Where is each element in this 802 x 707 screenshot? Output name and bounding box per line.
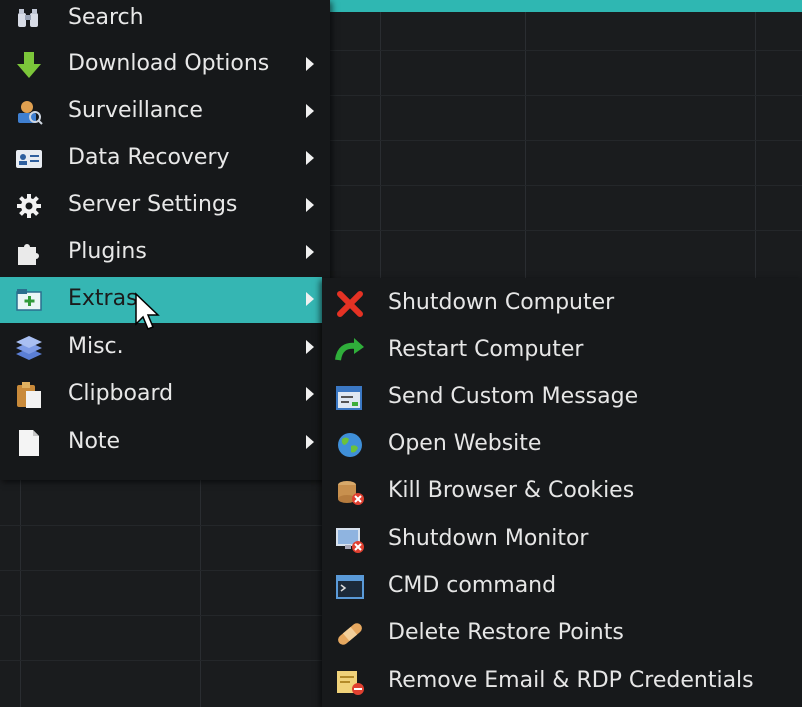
submenu-item-send-custom-message[interactable]: Send Custom Message	[322, 374, 802, 421]
submenu-item-label: Shutdown Computer	[388, 290, 615, 315]
submenu-item-shutdown-monitor[interactable]: Shutdown Monitor	[322, 516, 802, 563]
menu-item-plugins[interactable]: Plugins	[0, 230, 322, 276]
puzzle-icon	[14, 239, 44, 267]
submenu-arrow-icon	[306, 340, 314, 354]
menu-item-server-settings[interactable]: Server Settings	[0, 183, 322, 229]
mouse-cursor-icon	[135, 292, 160, 330]
menu-item-surveillance[interactable]: Surveillance	[0, 89, 322, 135]
grid-header-strip	[330, 0, 802, 12]
menu-item-label: Misc.	[68, 334, 124, 359]
menu-item-label: Search	[68, 5, 144, 30]
submenu-item-label: Open Website	[388, 431, 542, 456]
menu-item-label: Clipboard	[68, 381, 174, 406]
background-grid-top	[330, 0, 802, 280]
surveillance-icon	[14, 98, 44, 126]
message-window-icon	[334, 383, 366, 413]
bandage-icon	[334, 619, 366, 649]
red-x-icon	[334, 289, 366, 319]
submenu-item-label: Kill Browser & Cookies	[388, 478, 635, 503]
submenu-arrow-icon	[306, 245, 314, 259]
menu-item-label: Data Recovery	[68, 145, 230, 170]
monitor-off-icon	[334, 525, 366, 555]
submenu-arrow-icon	[306, 104, 314, 118]
menu-item-data-recovery[interactable]: Data Recovery	[0, 136, 322, 182]
submenu-arrow-icon	[306, 151, 314, 165]
submenu-item-kill-browser-cookies[interactable]: Kill Browser & Cookies	[322, 468, 802, 515]
cmd-window-icon	[334, 572, 366, 602]
background-grid-bottom	[0, 480, 325, 707]
binoculars-icon	[14, 5, 44, 33]
submenu-item-delete-restore-points[interactable]: Delete Restore Points	[322, 610, 802, 657]
cookies-delete-icon	[334, 477, 366, 507]
submenu-item-label: Delete Restore Points	[388, 620, 624, 645]
menu-item-label: Surveillance	[68, 98, 203, 123]
submenu-item-open-website[interactable]: Open Website	[322, 421, 802, 468]
submenu-arrow-icon	[306, 387, 314, 401]
submenu-arrow-icon	[306, 435, 314, 449]
submenu-item-label: Restart Computer	[388, 337, 584, 362]
clipboard-icon	[14, 381, 44, 409]
credentials-remove-icon	[334, 667, 366, 697]
submenu-arrow-icon	[306, 198, 314, 212]
menu-item-label: Server Settings	[68, 192, 238, 217]
globe-icon	[334, 430, 366, 460]
menu-item-label: Plugins	[68, 239, 147, 264]
submenu-item-label: CMD command	[388, 573, 557, 598]
menu-item-download-options[interactable]: Download Options	[0, 42, 322, 88]
submenu-item-cmd-command[interactable]: CMD command	[322, 563, 802, 610]
extras-submenu: Shutdown Computer Restart Computer Send …	[322, 278, 802, 707]
menu-item-label: Extras	[68, 286, 138, 311]
submenu-arrow-icon	[306, 57, 314, 71]
folder-plus-icon	[14, 286, 44, 314]
menu-item-search[interactable]: Search	[0, 0, 322, 42]
menu-item-label: Note	[68, 429, 121, 454]
submenu-item-label: Remove Email & RDP Credentials	[388, 668, 754, 693]
submenu-item-restart-computer[interactable]: Restart Computer	[322, 327, 802, 374]
menu-item-note[interactable]: Note	[0, 420, 322, 466]
gear-icon	[14, 192, 44, 220]
layers-icon	[14, 334, 44, 362]
submenu-item-label: Send Custom Message	[388, 384, 639, 409]
note-icon	[14, 429, 44, 457]
submenu-arrow-icon	[306, 292, 314, 306]
submenu-item-label: Shutdown Monitor	[388, 526, 589, 551]
context-menu: Search Download Options Surveillance Dat…	[0, 0, 330, 480]
restart-arrow-icon	[334, 336, 366, 366]
id-card-icon	[14, 145, 44, 173]
submenu-item-shutdown-computer[interactable]: Shutdown Computer	[322, 280, 802, 327]
menu-item-label: Download Options	[68, 51, 270, 76]
submenu-item-remove-email-rdp-credentials[interactable]: Remove Email & RDP Credentials	[322, 658, 802, 705]
menu-item-clipboard[interactable]: Clipboard	[0, 372, 322, 418]
download-arrow-icon	[14, 51, 44, 79]
